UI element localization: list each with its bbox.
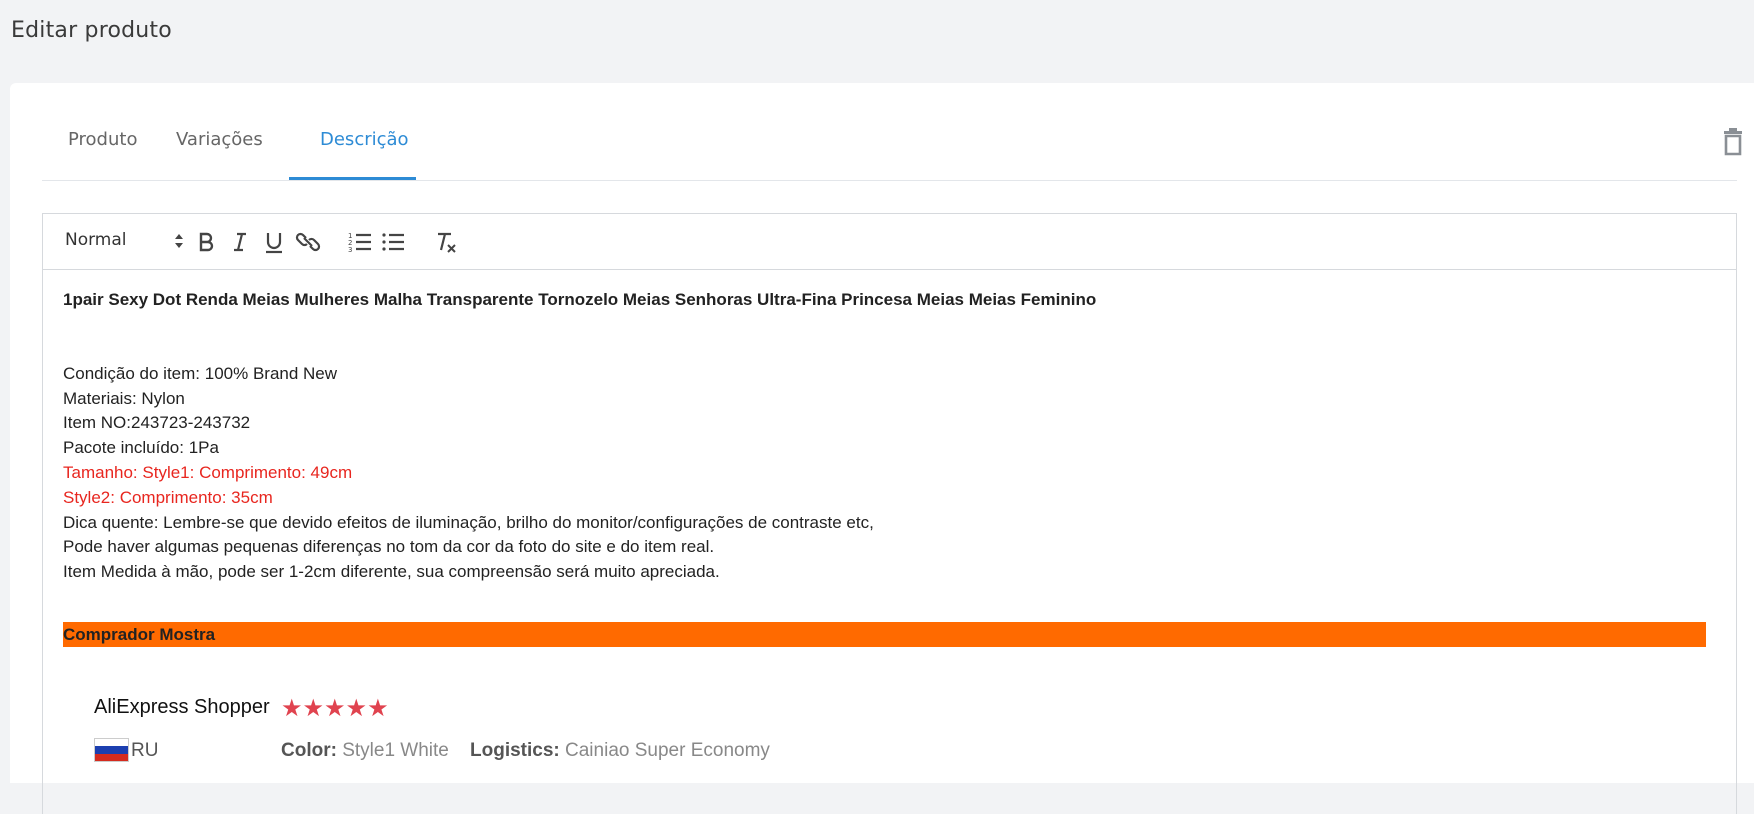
tip-line: Dica quente: Lembre-se que devido efeito… [63,512,874,532]
color-value: Style1 White [342,740,449,761]
size-line: Style2: Comprimento: 35cm [63,487,273,507]
format-select-value: Normal [65,230,127,250]
buyer-review-image: AliExpress Shopper ★★★★★ RU Color: Style… [94,695,794,775]
product-headline: 1pair Sexy Dot Renda Meias Mulheres Malh… [63,290,1097,309]
tip-line: Item Medida à mão, pode ser 1-2cm difere… [63,562,720,582]
ordered-list-icon[interactable]: 1 2 3 [347,229,373,255]
page-title: Editar produto [11,18,172,43]
logistics-label: Logistics: [470,740,560,761]
bullet-list-icon[interactable] [381,229,407,255]
color-label: Color: [281,740,337,761]
tab-bar: Produto Variações Descrição [42,83,1742,181]
editor-content[interactable]: 1pair Sexy Dot Renda Meias Mulheres Malh… [63,288,1713,762]
active-tab-indicator [289,177,416,180]
tab-variacoes[interactable]: Variações [176,129,263,150]
italic-icon[interactable] [227,229,253,255]
tab-descricao[interactable]: Descrição [320,129,409,150]
format-select[interactable]: Normal [65,230,185,254]
ru-flag-icon [94,738,129,762]
logistics-value: Cainiao Super Economy [565,740,770,761]
editor-card: Produto Variações Descrição Normal 1 2 3… [10,83,1754,814]
description-line: Pacote incluído: 1Pa [63,438,219,458]
buyer-show-heading: Comprador Mostra [63,622,1706,647]
description-line: Materiais: Nylon [63,388,185,408]
review-shopper-name: AliExpress Shopper [94,696,270,718]
tip-line: Pode haver algumas pequenas diferenças n… [63,537,715,557]
description-line: Condição do item: 100% Brand New [63,363,338,383]
link-icon[interactable] [295,229,321,255]
bold-icon[interactable] [193,229,219,255]
review-stars: ★★★★★ [281,695,389,722]
tab-produto[interactable]: Produto [68,129,137,150]
clear-format-icon[interactable] [433,229,459,255]
svg-text:3: 3 [348,246,352,254]
review-meta: Color: Style1 White Logistics: Cainiao S… [281,739,770,764]
size-line: Tamanho: Style1: Comprimento: 49cm [63,462,353,482]
editor-toolbar: Normal 1 2 3 [43,214,1736,270]
underline-icon[interactable] [261,229,287,255]
description-line: Item NO:243723-243732 [63,413,251,433]
rich-text-editor: Normal 1 2 3 1pair Sexy Dot Renda Meias … [42,213,1737,814]
trash-icon[interactable] [1719,127,1747,157]
select-arrows-icon [173,230,185,252]
review-country: RU [131,740,159,761]
